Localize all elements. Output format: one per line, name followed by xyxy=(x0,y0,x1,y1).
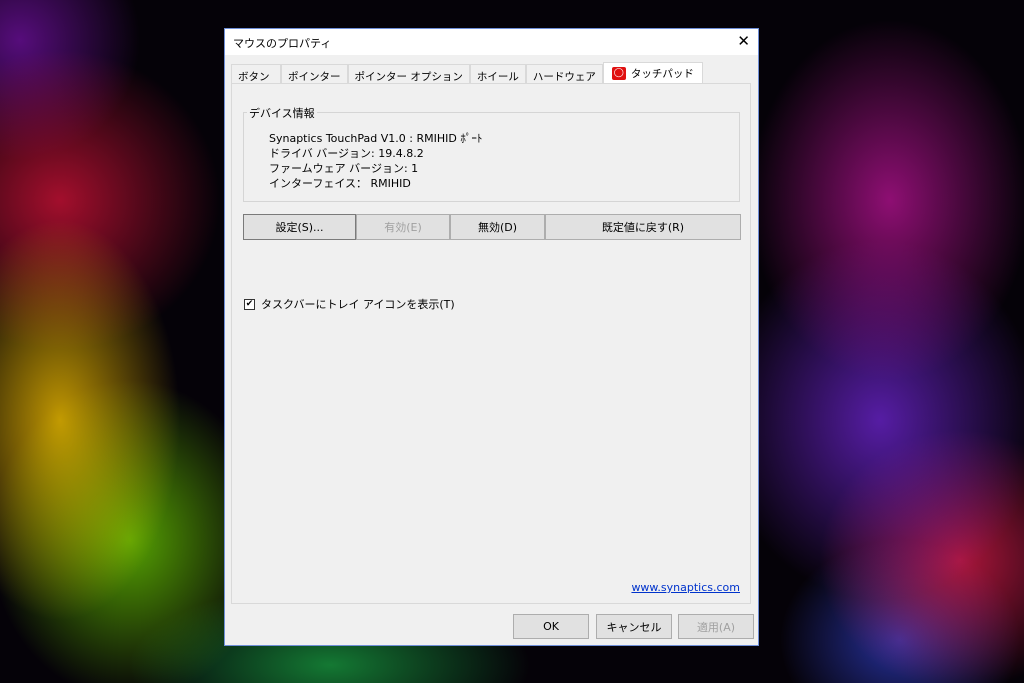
driver-version: ドライバ バージョン: 19.4.8.2 xyxy=(269,147,424,160)
title-bar: マウスのプロパティ ✕ xyxy=(225,29,758,55)
disable-button[interactable]: 無効(D) xyxy=(450,214,545,240)
tab-touchpad-label: タッチパッド xyxy=(630,68,694,80)
interface: インターフェイス： RMIHID xyxy=(269,177,411,190)
firmware-version: ファームウェア バージョン: 1 xyxy=(269,162,419,175)
device-info-group: デバイス情報 Synaptics TouchPad V1.0 : RMIHID … xyxy=(243,105,740,202)
mouse-properties-dialog: マウスのプロパティ ✕ ボタン ポインター ポインター オプション ホイール ハ… xyxy=(224,28,759,646)
tab-hardware[interactable]: ハードウェア xyxy=(525,64,603,84)
enable-button[interactable]: 有効(E) xyxy=(356,214,450,240)
restore-defaults-button[interactable]: 既定値に戻す(R) xyxy=(545,214,741,240)
tab-touchpad[interactable]: ◯ タッチパッド xyxy=(602,62,703,84)
tab-buttons[interactable]: ボタン xyxy=(231,64,281,84)
tray-icon-label: タスクバーにトレイ アイコンを表示(T) xyxy=(261,298,455,311)
cancel-button[interactable]: キャンセル xyxy=(596,614,672,639)
apply-button[interactable]: 適用(A) xyxy=(678,614,754,639)
checkbox-check-icon[interactable]: ✔ xyxy=(244,298,255,310)
settings-button[interactable]: 設定(S)... xyxy=(243,214,356,240)
synaptics-icon: ◯ xyxy=(611,67,626,80)
synaptics-link[interactable]: www.synaptics.com xyxy=(631,581,740,594)
device-name: Synaptics TouchPad V1.0 : RMIHID ﾎﾟｰﾄ xyxy=(269,132,483,145)
tab-wheel[interactable]: ホイール xyxy=(469,64,526,84)
device-info-label: デバイス情報 xyxy=(247,105,317,121)
touchpad-panel: デバイス情報 Synaptics TouchPad V1.0 : RMIHID … xyxy=(231,83,751,604)
tab-pointer[interactable]: ポインター xyxy=(281,64,348,84)
tab-bar: ボタン ポインター ポインター オプション ホイール ハードウェア ◯ タッチパ… xyxy=(231,62,703,84)
close-icon[interactable]: ✕ xyxy=(737,32,750,50)
tab-pointer-options[interactable]: ポインター オプション xyxy=(347,64,470,84)
tray-icon-checkbox[interactable]: ✔ タスクバーにトレイ アイコンを表示(T) xyxy=(244,296,455,312)
window-title: マウスのプロパティ xyxy=(233,37,332,50)
ok-button[interactable]: OK xyxy=(513,614,589,639)
